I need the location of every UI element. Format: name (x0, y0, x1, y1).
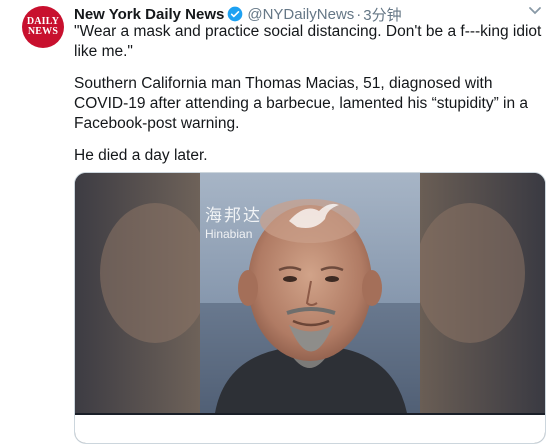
author-name[interactable]: New York Daily News (74, 6, 224, 23)
tweet-died-text: He died a day later. (74, 147, 208, 164)
avatar[interactable]: DAILY NEWS (22, 6, 64, 48)
author-handle[interactable]: @NYDailyNews (247, 6, 354, 23)
tweet-quote: "Wear a mask and practice social distanc… (74, 23, 542, 60)
media-card[interactable]: 海邦达 Hinabian (74, 172, 546, 444)
watermark: 海邦达 Hinabian (205, 201, 262, 241)
watermark-english: Hinabian (205, 227, 253, 241)
verified-badge-icon (228, 6, 243, 22)
watermark-bird-icon (289, 203, 339, 228)
tweet[interactable]: DAILY NEWS New York Daily News @NYDailyN… (0, 0, 556, 444)
tweet-header: New York Daily News @NYDailyNews · 3分钟 (74, 4, 402, 24)
avatar-text-line2: NEWS (27, 26, 59, 37)
chevron-down-icon[interactable] (528, 6, 542, 16)
tweet-body: Southern California man Thomas Macias, 5… (74, 75, 529, 132)
watermark-chinese: 海邦达 (205, 206, 262, 226)
card-footer[interactable] (75, 415, 545, 443)
separator-dot: · (356, 5, 362, 23)
